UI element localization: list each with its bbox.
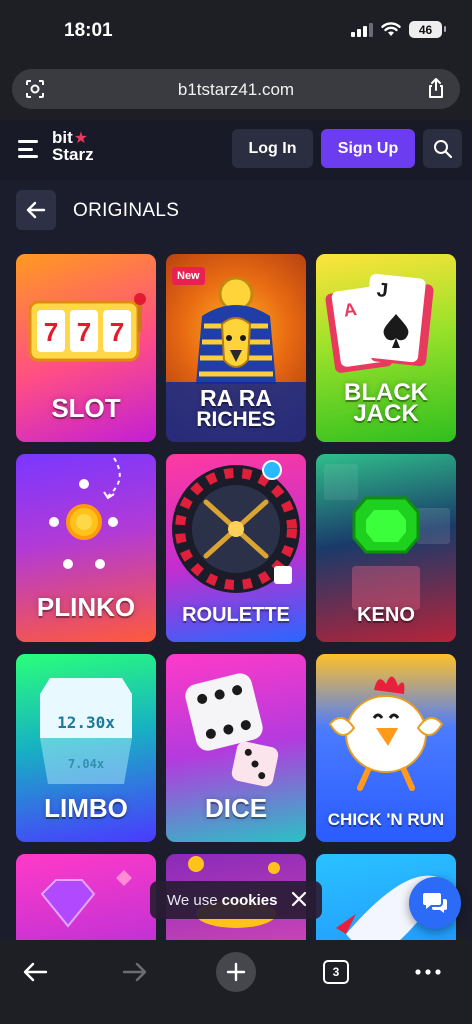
search-icon: [433, 139, 452, 158]
logo-line2: Starz: [52, 145, 94, 164]
cellular-signal-icon: [351, 22, 373, 37]
game-title-line2: RICHES: [196, 408, 276, 431]
more-menu-button[interactable]: [406, 950, 450, 994]
browser-forward-button[interactable]: [113, 950, 157, 994]
menu-icon[interactable]: [18, 140, 38, 158]
games-grid: 7 7 7 SLOT New RA RA RICHES A J BLACK JA…: [16, 254, 456, 940]
login-button[interactable]: Log In: [232, 129, 313, 168]
game-card-keno[interactable]: KENO: [316, 454, 456, 642]
svg-text:7: 7: [77, 317, 91, 347]
chat-button[interactable]: [409, 877, 461, 929]
back-button[interactable]: [16, 190, 56, 230]
tabs-count: 3: [323, 960, 349, 984]
game-title: KENO: [357, 604, 415, 626]
game-title: SLOT: [51, 393, 121, 423]
cookie-link[interactable]: cookies: [222, 892, 278, 909]
status-icons: 46: [351, 21, 446, 38]
url-text: b1tstarz41.com: [177, 80, 295, 99]
wifi-icon: [381, 22, 401, 36]
game-card-slot[interactable]: 7 7 7 SLOT: [16, 254, 156, 442]
svg-text:7: 7: [44, 317, 58, 347]
new-badge: New: [172, 267, 205, 285]
game-title: RA RA: [200, 385, 272, 411]
new-tab-button[interactable]: [216, 952, 256, 992]
status-bar: 18:01 46: [0, 0, 472, 62]
game-card-plinko[interactable]: PLINKO: [16, 454, 156, 642]
game-title: PLINKO: [36, 592, 136, 622]
browser-back-button[interactable]: [13, 950, 57, 994]
gem-icon: [40, 870, 132, 928]
tabs-button[interactable]: 3: [314, 950, 358, 994]
multiplier-bottom: 7.04x: [68, 757, 104, 771]
svg-text:7: 7: [110, 317, 124, 347]
search-button[interactable]: [423, 129, 462, 168]
game-title: DICE: [204, 793, 268, 823]
signup-button[interactable]: Sign Up: [321, 129, 415, 168]
chat-bubble-icon: [423, 893, 447, 913]
address-bar[interactable]: b1tstarz41.com: [12, 69, 460, 109]
more-dots-icon: [415, 969, 441, 975]
game-title: ROULETTE: [182, 604, 290, 626]
arrow-left-icon: [26, 201, 46, 219]
browser-address-row: b1tstarz41.com: [0, 62, 472, 120]
site-header: bit★ Starz Log In Sign Up: [0, 120, 472, 180]
plus-icon: [226, 962, 246, 982]
game-card-chick-n-run[interactable]: CHICK 'N RUN: [316, 654, 456, 842]
game-card-ra-ra-riches[interactable]: New RA RA RICHES: [166, 254, 306, 442]
site-logo[interactable]: bit★ Starz: [52, 129, 94, 164]
game-card-roulette[interactable]: ROULETTE: [166, 454, 306, 642]
game-title-line2: JACK: [353, 400, 419, 427]
share-icon[interactable]: [426, 77, 446, 99]
game-title: CHICK 'N RUN: [327, 810, 445, 829]
game-title: LIMBO: [44, 793, 128, 823]
arrow-right-icon: [122, 962, 147, 982]
cookie-banner: We use cookies: [150, 881, 322, 919]
close-icon[interactable]: [290, 890, 308, 908]
multiplier-top: 12.30x: [57, 713, 115, 732]
game-card-limbo[interactable]: 12.30x 7.04x LIMBO: [16, 654, 156, 842]
browser-toolbar: 3: [0, 940, 472, 1024]
status-time: 18:01: [64, 20, 113, 41]
section-title: ORIGINALS: [73, 200, 180, 221]
game-card-dice[interactable]: DICE: [166, 654, 306, 842]
arrow-left-icon: [23, 962, 48, 982]
game-card-blackjack[interactable]: A J BLACK JACK: [316, 254, 456, 442]
cookie-text: We use: [167, 891, 218, 909]
battery-indicator: 46: [409, 21, 446, 38]
svg-text:J: J: [376, 279, 389, 302]
svg-text:A: A: [342, 299, 358, 321]
game-card-partial-gem[interactable]: [16, 854, 156, 940]
